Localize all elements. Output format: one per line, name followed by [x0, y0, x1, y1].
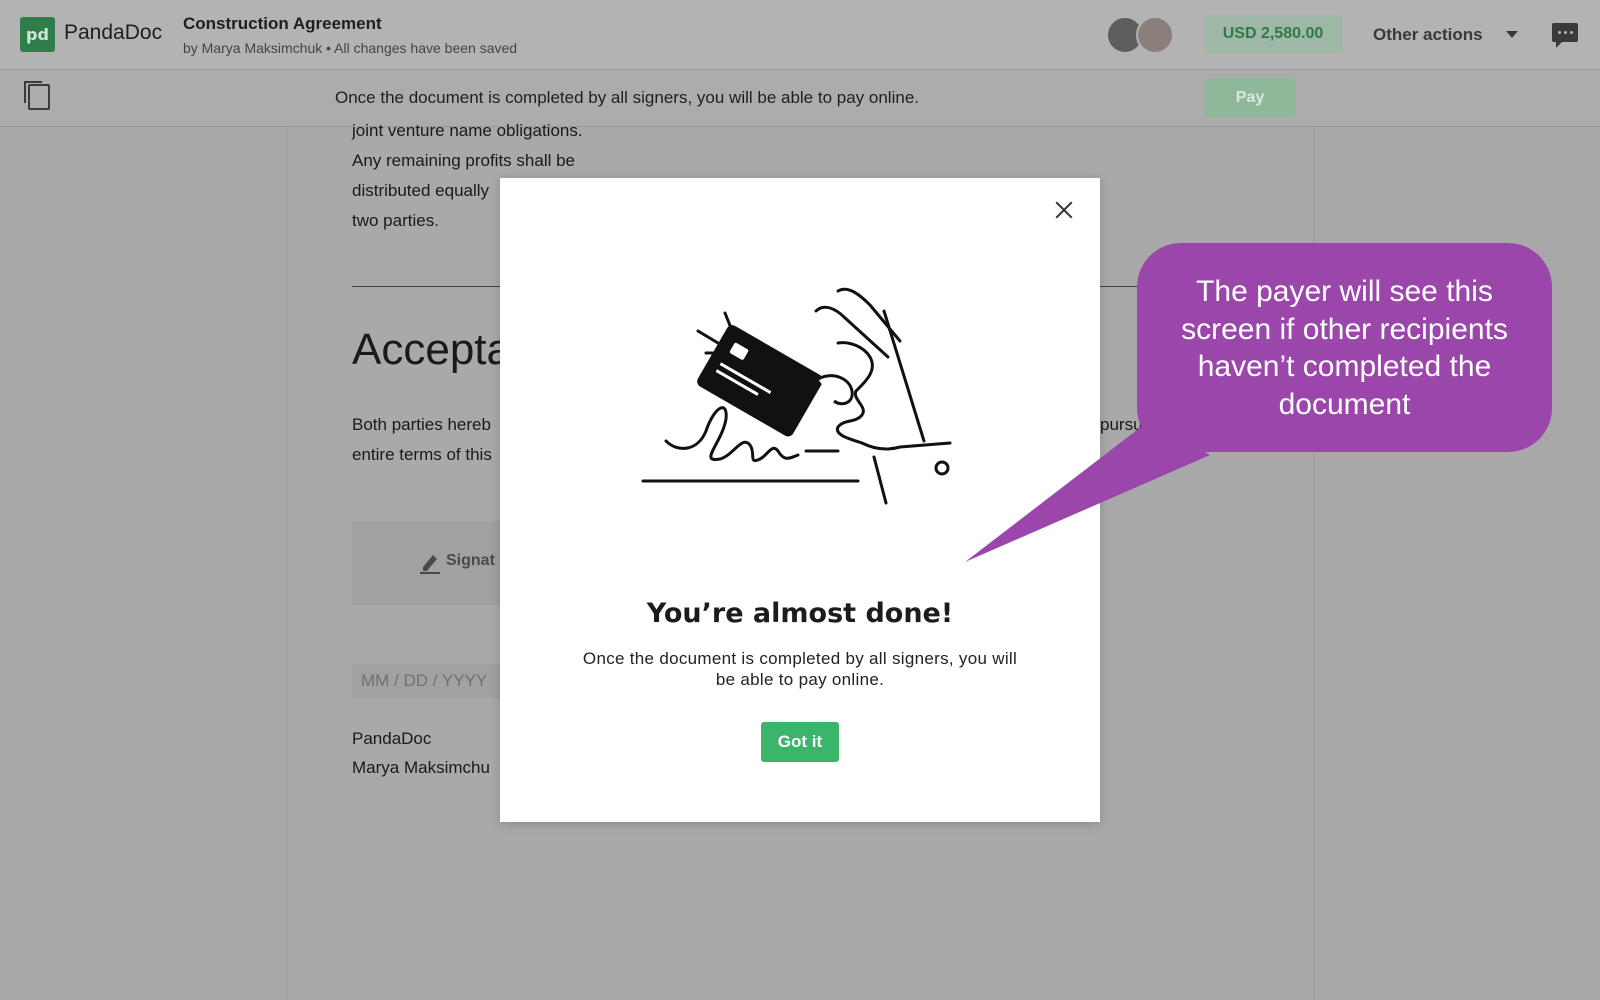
pandadoc-logo-icon[interactable]: pd [20, 17, 55, 52]
document-title[interactable]: Construction Agreement [183, 14, 382, 34]
chat-icon[interactable] [1552, 23, 1578, 48]
top-bar: pd PandaDoc Construction Agreement by Ma… [0, 0, 1600, 70]
document-text-line: distributed equally [352, 181, 490, 200]
avatar[interactable] [1136, 16, 1174, 54]
other-actions-button[interactable]: Other actions [1373, 25, 1483, 45]
got-it-button[interactable]: Got it [761, 722, 839, 762]
company-name: PandaDoc [352, 729, 432, 748]
hand-card-signature-illustration [641, 287, 952, 505]
modal-message: Once the document is completed by all si… [582, 649, 1018, 689]
payment-info-bar: Once the document is completed by all si… [0, 70, 1600, 127]
signature-field-label: Signat [446, 552, 495, 569]
callout-text: The payer will see this screen if other … [1181, 275, 1508, 421]
pay-button[interactable]: Pay [1205, 78, 1295, 117]
signer-name: Marya Maksimchu [352, 758, 490, 777]
acceptance-text: Both parties hereb [352, 415, 491, 434]
recipient-avatars[interactable] [1106, 16, 1176, 54]
acceptance-heading: Accepta [352, 325, 511, 374]
acceptance-text: entire terms of this [352, 445, 492, 464]
chevron-down-icon[interactable] [1506, 31, 1518, 38]
document-text-line: Any remaining profits shall be [352, 151, 576, 170]
payment-info-message: Once the document is completed by all si… [335, 88, 919, 107]
close-icon[interactable] [1052, 198, 1076, 222]
callout-bubble: The payer will see this screen if other … [1137, 243, 1552, 452]
document-text-line: joint venture name obligations. [352, 121, 583, 140]
app-name[interactable]: PandaDoc [64, 21, 162, 45]
date-placeholder: MM / DD / YYYY [361, 671, 488, 690]
pen-icon [420, 555, 440, 574]
document-text-line: two parties. [352, 211, 439, 230]
modal-title: You’re almost done! [646, 598, 954, 629]
document-subtitle: by Marya Maksimchuk • All changes have b… [183, 40, 518, 56]
document-list-icon[interactable] [24, 81, 50, 110]
amount-badge[interactable]: USD 2,580.00 [1204, 15, 1342, 53]
